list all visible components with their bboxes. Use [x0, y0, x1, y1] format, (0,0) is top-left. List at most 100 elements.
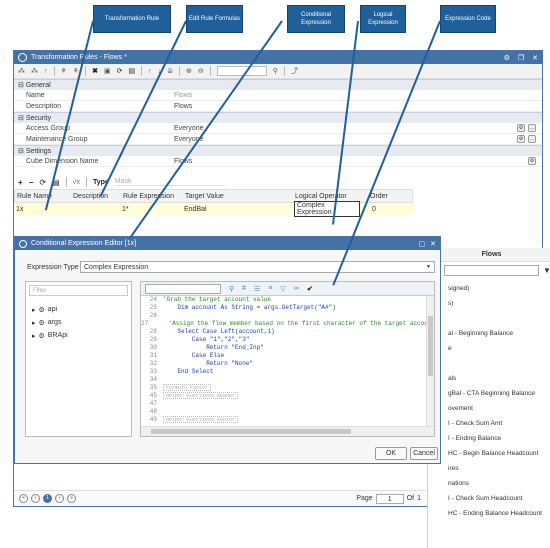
current-page-indicator[interactable]: 1: [43, 494, 52, 503]
flows-list-item[interactable]: I - Ending Balance: [446, 431, 550, 446]
flows-list-item[interactable]: HC - Begin Balance Headcount: [446, 446, 550, 461]
col-description[interactable]: Description: [73, 193, 123, 200]
check-icon[interactable]: ✔: [307, 285, 313, 293]
code-line[interactable]: 26: [141, 312, 428, 320]
code-line[interactable]: 34: [141, 376, 428, 384]
col-logical-operator[interactable]: Logical Operator: [295, 193, 370, 200]
code-search-input[interactable]: [145, 283, 221, 294]
next-page-button[interactable]: ›: [55, 494, 64, 503]
prop-row-access-group[interactable]: Access Group Everyone ⚙…: [14, 123, 542, 134]
code-line[interactable]: 33 End Select: [141, 368, 428, 376]
code-hscrollbar[interactable]: [141, 426, 434, 436]
refresh-icon[interactable]: ⟳: [39, 178, 46, 187]
tree-icon[interactable]: ⁂: [18, 67, 25, 75]
code-line[interactable]: 48: [141, 408, 428, 416]
indent-icon[interactable]: ☰: [254, 285, 260, 293]
prop-row-name[interactable]: Name Flows: [14, 90, 542, 101]
formula-icon[interactable]: √x: [73, 179, 80, 186]
flows-list-item[interactable]: e: [446, 341, 550, 356]
flows-list-item[interactable]: HC - Ending Balance Headcount: [446, 506, 550, 521]
move-bottom-icon[interactable]: ⇊: [167, 67, 173, 75]
prop-row-cube-dimension[interactable]: Cube Dimension Name Flows⚙: [14, 156, 542, 167]
flows-list-item[interactable]: signed): [446, 281, 550, 296]
code-line[interactable]: 35 Formula Footer: [141, 384, 428, 392]
helper-placeholder[interactable]: Helper Functions Footer: [163, 416, 239, 423]
flows-list-item[interactable]: nations: [446, 476, 550, 491]
code-line[interactable]: 24 'Grab the target account value: [141, 296, 428, 304]
expression-type-select[interactable]: Complex Expression ▼: [80, 261, 435, 273]
col-order[interactable]: Order: [370, 193, 410, 200]
code-line[interactable]: 28 Select Case Left(account,1): [141, 328, 428, 336]
zoom-in-icon[interactable]: ⊕: [186, 67, 192, 75]
chevron-down-icon[interactable]: ▼: [426, 264, 434, 270]
ok-button[interactable]: OK: [375, 447, 407, 460]
settings-icon[interactable]: ⚙: [517, 135, 525, 143]
cell-rule-name[interactable]: 1x: [14, 206, 72, 213]
col-rule-name[interactable]: Rule Name: [15, 193, 73, 200]
tree-node[interactable]: ▸ ⚙ args: [32, 316, 131, 329]
close-icon[interactable]: ✕: [532, 54, 538, 62]
expand-icon[interactable]: ▸: [32, 306, 36, 314]
binoculars-icon[interactable]: ⚲: [229, 285, 234, 293]
helper-placeholder[interactable]: Formula Footer: [163, 384, 212, 391]
table-row[interactable]: 1x 1* EndBal Complex Expression 0: [14, 201, 413, 217]
flows-list-item[interactable]: I - Check Sum Amt: [446, 416, 550, 431]
cancel-button[interactable]: Cancel: [410, 447, 438, 460]
tree2-icon[interactable]: ⁂: [31, 67, 38, 75]
code-line[interactable]: 29 Case "1","2","3": [141, 336, 428, 344]
code-vscrollbar[interactable]: [426, 296, 434, 426]
link-icon[interactable]: ∞: [294, 285, 299, 292]
code-line[interactable]: 27 'Assign the flow member based on the …: [141, 320, 434, 328]
up-icon[interactable]: ↑: [44, 68, 48, 75]
restore-icon[interactable]: ▢: [419, 240, 426, 248]
code-line[interactable]: 47: [141, 400, 428, 408]
code-line[interactable]: 49 Helper Functions Footer: [141, 416, 428, 424]
ellipsis-button[interactable]: …: [528, 135, 536, 143]
code-line[interactable]: 32 Return "None": [141, 360, 428, 368]
rule-icon[interactable]: ⚘: [61, 67, 67, 75]
helper-placeholder[interactable]: Helper Functions Header: [163, 392, 239, 399]
page-input[interactable]: 1: [375, 493, 404, 504]
comment-icon[interactable]: #: [242, 285, 246, 292]
tree-filter-input[interactable]: Filter: [29, 285, 128, 296]
settings-icon[interactable]: ⚙: [517, 124, 525, 132]
code-lines[interactable]: 24 'Grab the target account value 25 Dim a…: [141, 296, 434, 426]
section-security[interactable]: ⊟ Security: [14, 112, 542, 123]
flows-list-item[interactable]: al - Beginning Balance: [446, 326, 550, 341]
flows-list-item[interactable]: s): [446, 296, 550, 311]
code-editor[interactable]: ⚲ # ☰ ≡ ▽ ∞ ✔ 24 'Grab the target account…: [140, 281, 435, 437]
prop-row-maintenance-group[interactable]: Maintenance Group Everyone ⚙…: [14, 134, 542, 145]
delete-icon[interactable]: ✖: [92, 67, 98, 75]
flows-list-item[interactable]: ovement: [446, 401, 550, 416]
save-icon[interactable]: ▤: [128, 67, 135, 75]
col-rule-expression[interactable]: Rule Expression: [123, 193, 185, 200]
outdent-icon[interactable]: ≡: [268, 285, 272, 292]
flows-list-item[interactable]: [446, 356, 550, 371]
code-line[interactable]: 31 Case Else: [141, 352, 428, 360]
col-target-value[interactable]: Target Value: [185, 193, 295, 200]
prop-value[interactable]: Flows: [174, 103, 542, 110]
code-line[interactable]: 45 Helper Functions Header: [141, 392, 428, 400]
prop-row-description[interactable]: Description Flows: [14, 101, 542, 112]
remove-icon[interactable]: −: [29, 178, 34, 187]
first-page-button[interactable]: «: [19, 494, 28, 503]
move-up-icon[interactable]: ↑: [148, 68, 152, 75]
zoom-out-icon[interactable]: ⊖: [198, 67, 204, 75]
flows-list-item[interactable]: ires: [446, 461, 550, 476]
flows-list-item[interactable]: [446, 311, 550, 326]
flows-list-item[interactable]: gBal - CTA Beginning Balance: [446, 386, 550, 401]
prev-page-button[interactable]: ‹: [31, 494, 40, 503]
section-settings[interactable]: ⊟ Settings: [14, 145, 542, 156]
close-icon[interactable]: ✕: [430, 240, 436, 248]
gear-icon[interactable]: ⚙: [504, 54, 510, 62]
scroll-thumb[interactable]: [428, 316, 433, 376]
expand-icon[interactable]: ▸: [32, 332, 36, 340]
prop-value[interactable]: Everyone: [174, 136, 517, 143]
flows-list-item[interactable]: als: [446, 371, 550, 386]
flows-list-item[interactable]: I - Check Sum Headcount: [446, 491, 550, 506]
code-line[interactable]: 25 Dim account As String = args.GetTarge…: [141, 304, 428, 312]
scroll-thumb[interactable]: [151, 429, 351, 434]
settings-icon[interactable]: ⚙: [528, 157, 536, 165]
add-icon[interactable]: +: [18, 178, 23, 187]
flows-search-input[interactable]: [444, 265, 539, 276]
